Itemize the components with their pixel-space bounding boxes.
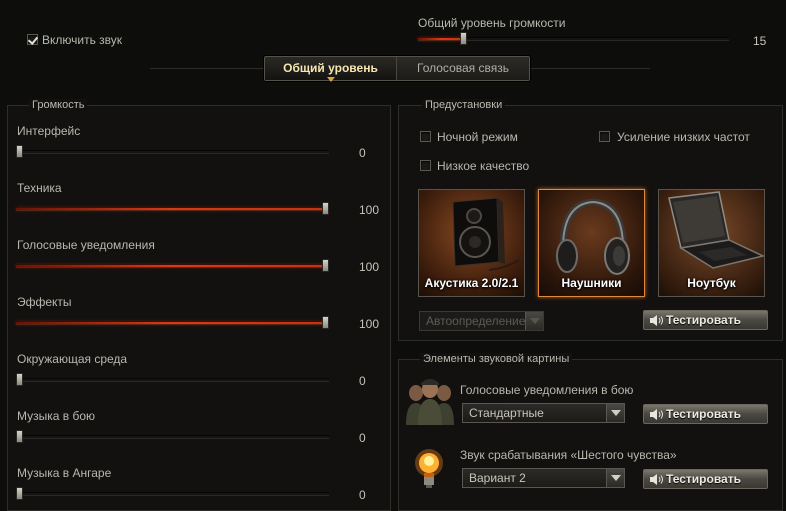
autodetect-dropdown[interactable]: Автоопределение [419,311,544,331]
volume-slider[interactable] [16,259,329,272]
volume-slider-value: 0 [359,374,366,388]
bass-boost-checkbox[interactable] [599,131,610,142]
volume-group-title: Громкость [29,99,88,111]
tab-general-level[interactable]: Общий уровень [265,57,397,82]
volume-slider[interactable] [16,430,329,443]
voice-notifications-value: Стандартные [469,406,544,420]
test-voice-button-label: Тестировать [666,407,741,421]
test-sixth-sense-button[interactable]: Тестировать [643,469,768,489]
device-card-headphones[interactable]: Наушники [538,189,645,297]
volume-slider-knob[interactable] [16,487,23,500]
volume-slider-fill [16,265,326,267]
sixth-sense-label: Звук срабатывания «Шестого чувства» [460,448,677,462]
volume-slider-knob[interactable] [322,259,329,272]
volume-slider-label: Голосовые уведомления [17,238,155,252]
voice-notifications-label: Голосовые уведомления в бою [460,383,634,397]
volume-slider[interactable] [16,373,329,386]
master-volume-knob[interactable] [460,32,467,45]
volume-slider-label: Техника [17,181,62,195]
low-quality-checkbox[interactable] [420,160,431,171]
enable-sound-checkbox[interactable] [27,34,38,45]
low-quality-label: Низкое качество [437,159,530,173]
volume-slider-value: 0 [359,146,366,160]
autodetect-dropdown-value: Автоопределение [426,314,526,328]
test-sixth-sense-button-label: Тестировать [666,472,741,486]
active-tab-arrow-icon [327,77,335,82]
volume-slider[interactable] [16,145,329,158]
volume-slider-knob[interactable] [16,145,23,158]
master-volume-fill [418,38,464,40]
device-card-laptop-label: Ноутбук [687,276,736,290]
volume-slider-value: 0 [359,431,366,445]
device-card-laptop[interactable]: Ноутбук [658,189,765,297]
speaker-sound-icon [650,409,663,420]
test-voice-button[interactable]: Тестировать [643,404,768,424]
volume-slider-label: Эффекты [17,295,72,309]
device-card-speakers[interactable]: Акустика 2.0/2.1 [418,189,525,297]
sixth-sense-dropdown[interactable]: Вариант 2 [462,468,625,488]
tab-bar: Общий уровень Голосовая связь [264,56,530,82]
volume-slider-knob[interactable] [16,430,23,443]
device-card-headphones-label: Наушники [561,276,622,290]
sixth-sense-value: Вариант 2 [469,471,526,485]
volume-slider-value: 100 [359,317,380,331]
presets-group-title: Предустановки [422,99,506,111]
volume-slider-knob[interactable] [322,316,329,329]
tab-general-level-label: Общий уровень [283,61,378,75]
master-volume-label: Общий уровень громкости [418,16,566,30]
lightbulb-icon [415,449,443,488]
voice-notifications-dropdown[interactable]: Стандартные [462,403,625,423]
master-volume-slider[interactable] [418,32,729,45]
chevron-down-icon [525,312,543,330]
test-device-button[interactable]: Тестировать [643,310,768,330]
volume-slider-fill [16,208,326,210]
night-mode-checkbox[interactable] [420,131,431,142]
volume-slider-value: 100 [359,260,380,274]
volume-slider[interactable] [16,487,329,500]
night-mode-label: Ночной режим [437,130,518,144]
test-device-button-label: Тестировать [666,313,741,327]
crew-icon [406,379,454,425]
volume-slider-label: Музыка в Ангаре [17,466,112,480]
enable-sound-label: Включить звук [42,33,123,47]
volume-slider-label: Музыка в бою [17,409,96,423]
volume-slider-value: 0 [359,488,366,502]
volume-slider-label: Окружающая среда [17,352,128,366]
master-volume-value: 15 [753,34,767,48]
speaker-sound-icon [650,315,663,326]
bass-boost-label: Усиление низких частот [617,130,750,144]
volume-slider-knob[interactable] [16,373,23,386]
chevron-down-icon [606,404,624,422]
volume-slider-fill [16,322,326,324]
volume-slider-value: 100 [359,203,380,217]
tab-separator-left [150,68,264,69]
tab-separator-right [530,68,650,69]
volume-slider-knob[interactable] [322,202,329,215]
device-card-speakers-label: Акустика 2.0/2.1 [424,276,519,290]
sound-elements-group-title: Элементы звуковой картины [420,353,573,365]
volume-slider[interactable] [16,316,329,329]
chevron-down-icon [606,469,624,487]
speaker-sound-icon [650,474,663,485]
volume-slider[interactable] [16,202,329,215]
tab-voice-chat-label: Голосовая связь [417,61,509,75]
volume-slider-label: Интерфейс [17,124,81,138]
tab-voice-chat[interactable]: Голосовая связь [397,57,529,80]
